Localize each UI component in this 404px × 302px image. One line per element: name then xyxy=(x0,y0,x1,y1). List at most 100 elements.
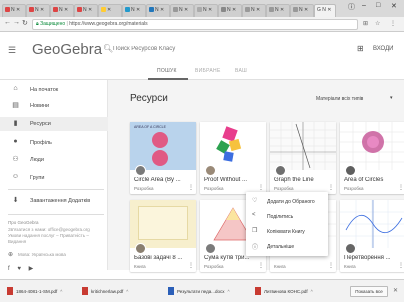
resource-card[interactable]: Area of Circles Розробка ⋮ xyxy=(340,122,404,194)
more-options-icon[interactable]: ⋮ xyxy=(328,262,334,269)
browser-tab[interactable]: ✕ xyxy=(98,4,122,17)
download-item[interactable]: kritichnerlaw.pdf ^ xyxy=(82,286,128,298)
back-arrow-icon[interactable]: ← xyxy=(4,19,11,26)
bookmark-star-icon[interactable]: ☆ xyxy=(375,20,380,27)
sidebar-item-groups[interactable]: ☺ Групи xyxy=(0,171,108,185)
browser-tab[interactable]: N ✕ xyxy=(266,4,290,17)
browser-tab[interactable]: N ✕ xyxy=(2,4,26,17)
avatar xyxy=(135,165,146,176)
menu-item-details[interactable]: ⓘ Детальніше xyxy=(246,239,328,254)
menu-item-copy-book[interactable]: ❐ Копіювати Книгу xyxy=(246,224,328,239)
card-title: Graph the Line xyxy=(274,177,314,183)
browser-menu-icon[interactable]: ⋮ xyxy=(390,20,396,27)
browser-tab[interactable]: N ✕ xyxy=(50,4,74,17)
tab-label: N ✕ xyxy=(11,7,21,13)
browser-tab[interactable]: N ✕ xyxy=(290,4,314,17)
material-type-filter[interactable]: Матеріали всіх типів xyxy=(316,96,363,102)
browser-tab[interactable]: N ✕ xyxy=(218,4,242,17)
more-options-icon[interactable]: ⋮ xyxy=(188,184,194,191)
reload-icon[interactable]: ↻ xyxy=(22,19,28,27)
sidebar-item-resources[interactable]: ▮ Ресурси xyxy=(0,117,108,131)
window-close-button[interactable]: ✕ xyxy=(391,2,397,10)
tab-mine[interactable]: ВАШ xyxy=(235,68,247,74)
menu-item-label: Поділитись xyxy=(267,214,294,220)
youtube-icon[interactable]: ▶ xyxy=(29,266,34,272)
more-options-icon[interactable]: ⋮ xyxy=(188,262,194,269)
chevron-up-icon[interactable]: ^ xyxy=(60,289,62,294)
resource-card[interactable]: Graph the Line Розробка ⋮ xyxy=(270,122,336,194)
sidebar-item-home[interactable]: ⌂ На початок xyxy=(0,83,108,97)
download-item[interactable]: 1864-4081-1-SM.pdf ^ xyxy=(7,286,62,298)
close-downloads-icon[interactable]: ✕ xyxy=(393,287,398,294)
browser-tab[interactable]: N ✕ xyxy=(170,4,194,17)
sidebar-item-label: Ресурси xyxy=(30,121,51,127)
profile-icon: ● xyxy=(13,138,18,145)
browser-tab[interactable]: N ✕ xyxy=(242,4,266,17)
menu-item-share[interactable]: < Поділитись xyxy=(246,209,328,224)
sidebar-item-news[interactable]: ▤ Новини xyxy=(0,99,108,113)
browser-tab[interactable]: N ✕ xyxy=(74,4,98,17)
url-input[interactable]: 🔒︎ Защищено | https://www.geogebra.org/m… xyxy=(32,19,358,30)
download-item[interactable]: Результати педа...docx ^ xyxy=(168,286,230,298)
more-options-icon[interactable]: ⋮ xyxy=(328,184,334,191)
browser-address-bar: ← → ↻ 🔒︎ Защищено | https://www.geogebra… xyxy=(0,17,404,32)
more-options-icon[interactable]: ⋮ xyxy=(398,184,404,191)
download-icon: ⬇ xyxy=(12,197,19,204)
window-minimize-button[interactable]: – xyxy=(362,2,366,9)
sidebar-item-profile[interactable]: ● Профіль xyxy=(0,136,108,150)
groups-icon: ☺ xyxy=(11,173,20,180)
menu-item-label: Копіювати Книгу xyxy=(267,229,305,235)
card-title: Area of Circles xyxy=(344,177,384,183)
tab-label: N ✕ xyxy=(179,7,189,13)
twitter-icon[interactable]: ♥ xyxy=(17,266,21,272)
browser-tab[interactable]: N ✕ xyxy=(122,4,146,17)
resource-card[interactable]: Перетворення ... Книга ⋮ xyxy=(340,200,404,272)
footer-imprint[interactable]: Видання xyxy=(8,239,104,245)
more-options-icon[interactable]: ⋮ xyxy=(258,184,264,191)
menu-item-add-favorite[interactable]: ♡ Додати до Обраного xyxy=(246,194,328,209)
chevron-up-icon[interactable]: ^ xyxy=(227,289,229,294)
forward-arrow-icon[interactable]: → xyxy=(13,19,20,26)
download-item[interactable]: Литвинова КОНС.pdf ^ xyxy=(255,286,313,298)
globe-icon: ⊕ xyxy=(8,252,14,258)
language-selector[interactable]: Мова: Українська мова xyxy=(18,252,114,258)
more-options-icon[interactable]: ⋮ xyxy=(398,262,404,269)
window-maximize-button[interactable]: □ xyxy=(376,2,380,9)
browser-tab[interactable]: N ✕ xyxy=(194,4,218,17)
tab-label: N ✕ xyxy=(155,7,165,13)
download-filename: 1864-4081-1-SM.pdf xyxy=(16,289,58,294)
facebook-icon[interactable]: f xyxy=(8,266,10,272)
chevron-down-icon[interactable]: ▾ xyxy=(390,95,393,101)
tab-search[interactable]: ПОШУК xyxy=(157,68,177,74)
tab-favorites[interactable]: ВИБРАНЕ xyxy=(195,68,221,74)
search-icon[interactable]: 🔍︎ xyxy=(103,44,113,53)
card-thumbnail xyxy=(200,122,266,170)
browser-user-icon[interactable]: ⓘ xyxy=(348,2,355,12)
footer-terms[interactable]: Умови надання послуг – Приватність – xyxy=(8,233,104,239)
resource-card[interactable]: Базові задачі 8 ... Книга ⋮ xyxy=(130,200,196,272)
apps-grid-icon[interactable]: ⊞ xyxy=(357,44,364,53)
word-file-icon xyxy=(168,287,174,295)
chevron-up-icon[interactable]: ^ xyxy=(126,289,128,294)
browser-tab-active[interactable]: G N ✕ xyxy=(314,4,336,17)
footer-contact[interactable]: Зв'язатися з нами: office@geogebra.org xyxy=(8,227,104,233)
login-button[interactable]: ВХОДИ xyxy=(373,46,393,52)
browser-tab[interactable]: N ✕ xyxy=(26,4,50,17)
hamburger-menu-icon[interactable]: ☰ xyxy=(8,45,16,56)
browser-tab[interactable]: N ✕ xyxy=(146,4,170,17)
show-all-downloads-button[interactable]: Показать все xyxy=(350,286,388,297)
resource-card[interactable]: AREA OF A CIRCLE Circle Area (By ... Роз… xyxy=(130,122,196,194)
tab-favicon-icon xyxy=(101,7,106,12)
translate-icon[interactable]: ⊞ xyxy=(363,20,368,27)
more-options-icon[interactable]: ⋮ xyxy=(258,262,264,269)
tab-favicon-icon xyxy=(29,7,34,12)
about-link[interactable]: Про GeoGebra xyxy=(8,220,39,226)
tab-label: N ✕ xyxy=(203,7,213,13)
site-logo[interactable]: GeoGebra xyxy=(32,41,102,58)
search-input[interactable] xyxy=(113,44,333,54)
sidebar-item-people[interactable]: ⚇ Люди xyxy=(0,153,108,167)
chevron-up-icon[interactable]: ^ xyxy=(311,289,313,294)
sidebar-item-download-apps[interactable]: ⬇ Завантаження Додатків xyxy=(0,194,108,208)
menu-item-label: Додати до Обраного xyxy=(267,199,315,205)
resource-card[interactable]: Proof Without ... Розробка ⋮ xyxy=(200,122,266,194)
